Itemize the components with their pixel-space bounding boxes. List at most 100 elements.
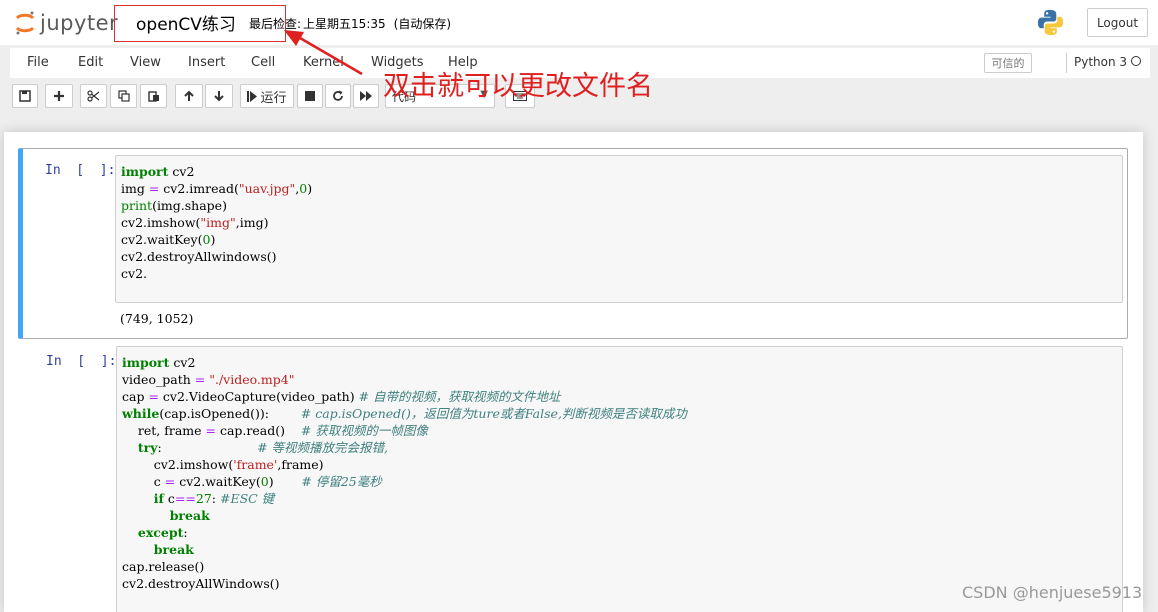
code-token: video_path xyxy=(122,372,195,387)
code-token: 27 xyxy=(195,491,212,506)
code-token: cv2.destroyAllWindows() xyxy=(122,576,280,591)
code-token: cv2.waitKey( xyxy=(121,232,203,247)
code-line: cv2.waitKey(0) xyxy=(121,231,312,248)
code-token: cv2.destroyAllwindows() xyxy=(121,249,277,264)
code-input-area[interactable]: import cv2 video_path = "./video.mp4" cap … xyxy=(116,346,1123,612)
annotation-text: 双击就可以更改文件名 xyxy=(383,71,653,102)
code-token: # 停留25毫秒 xyxy=(301,474,382,489)
menu-edit[interactable]: Edit xyxy=(78,55,103,70)
code-text[interactable]: import cv2 img = cv2.imread("uav.jpg",0) p… xyxy=(121,163,312,282)
code-token: 'frame' xyxy=(233,457,278,472)
save-button[interactable] xyxy=(12,84,38,108)
step-forward-icon xyxy=(247,90,258,102)
code-line: break xyxy=(122,507,687,524)
code-line: print(img.shape) xyxy=(121,197,312,214)
move-cell-up-button[interactable] xyxy=(175,84,203,108)
plus-icon xyxy=(54,91,64,101)
interrupt-kernel-button[interactable] xyxy=(297,84,323,108)
trusted-indicator[interactable]: 可信的 xyxy=(984,53,1032,73)
code-token: : xyxy=(211,491,220,506)
jupyter-logo-icon xyxy=(15,11,35,35)
code-line: import cv2 xyxy=(121,163,312,180)
arrow-up-icon xyxy=(184,90,194,101)
code-token: : xyxy=(157,440,258,455)
code-line: cv2. xyxy=(121,265,312,282)
code-token: import xyxy=(121,164,169,179)
restart-icon xyxy=(333,90,343,101)
notebook-header: jupyter openCV练习 最后检查: 上星期五15:35 (自动保存) Lo… xyxy=(0,0,1158,45)
code-line: c = cv2.waitKey(0) # 停留25毫秒 xyxy=(122,473,687,490)
code-token: cv2.waitKey( xyxy=(175,474,261,489)
code-line: cv2.imshow("img",img) xyxy=(121,214,312,231)
paste-icon xyxy=(147,91,159,102)
python-logo-icon xyxy=(1037,9,1064,36)
code-token: cap xyxy=(122,389,149,404)
code-token: ret, frame xyxy=(122,423,206,438)
code-token: import xyxy=(122,355,170,370)
menu-file[interactable]: File xyxy=(27,55,49,70)
kernel-divider xyxy=(1066,53,1067,73)
cell-prompt: In [ ]: xyxy=(45,163,116,178)
stop-icon xyxy=(305,91,315,101)
code-token: cv2.VideoCapture(video_path) xyxy=(158,389,359,404)
code-token: 0 xyxy=(260,474,269,489)
move-cell-down-button[interactable] xyxy=(205,84,233,108)
code-token: #ESC 键 xyxy=(219,491,275,506)
floppy-disk-icon xyxy=(19,90,31,102)
code-line: cap.release() xyxy=(122,558,687,575)
cell-output: (749, 1052) xyxy=(120,311,194,326)
jupyter-logo[interactable]: jupyter xyxy=(14,7,118,39)
menu-view[interactable]: View xyxy=(130,55,161,70)
code-token: cv2.imread( xyxy=(159,181,239,196)
run-button[interactable]: 运行 xyxy=(240,84,294,108)
code-line: img = cv2.imread("uav.jpg",0) xyxy=(121,180,312,197)
copy-button[interactable] xyxy=(110,84,137,108)
code-line: cv2.imshow('frame',frame) xyxy=(122,456,687,473)
code-token: c xyxy=(163,491,175,506)
code-token: c xyxy=(122,474,165,489)
paste-button[interactable] xyxy=(140,84,167,108)
code-input-area[interactable]: import cv2 img = cv2.imread("uav.jpg",0) p… xyxy=(115,155,1123,303)
restart-run-all-button[interactable] xyxy=(353,84,379,108)
code-token: ,img) xyxy=(235,215,269,230)
insert-cell-button[interactable] xyxy=(45,84,73,108)
kernel-idle-indicator-icon xyxy=(1131,56,1141,66)
notebook-name[interactable]: openCV练习 xyxy=(136,10,236,35)
code-token: ) xyxy=(268,474,302,489)
code-token: cv2. xyxy=(121,266,147,281)
code-cell[interactable]: In [ ]: import cv2 video_path = "./video.… xyxy=(18,343,1128,612)
annotation-arrow-icon xyxy=(284,30,363,76)
code-token: img xyxy=(121,181,149,196)
code-cell[interactable]: In [ ]: import cv2 img = cv2.imread("uav.… xyxy=(18,148,1128,339)
code-token: (cap.isOpened()): xyxy=(159,406,301,421)
jupyter-logo-text: jupyter xyxy=(40,11,119,35)
cut-button[interactable] xyxy=(80,84,107,108)
code-token: ) xyxy=(307,181,313,196)
code-token: "./video.mp4" xyxy=(209,372,295,387)
code-line: except: xyxy=(122,524,687,541)
code-line: break xyxy=(122,541,687,558)
copy-icon xyxy=(117,90,130,102)
code-line: cv2.destroyAllwindows() xyxy=(121,248,312,265)
code-token: = xyxy=(148,389,159,404)
code-token: = xyxy=(148,181,160,196)
code-text[interactable]: import cv2 video_path = "./video.mp4" cap … xyxy=(122,354,687,592)
code-token: == xyxy=(174,491,196,506)
code-token: = xyxy=(205,423,216,438)
code-token: while xyxy=(122,406,160,421)
code-token: except xyxy=(137,525,184,540)
restart-kernel-button[interactable] xyxy=(325,84,351,108)
kernel-name: Python 3 xyxy=(1074,55,1128,69)
code-line: if c==27: #ESC 键 xyxy=(122,490,687,507)
menu-insert[interactable]: Insert xyxy=(188,55,225,70)
code-token: = xyxy=(164,474,176,489)
code-token: ) xyxy=(210,232,216,247)
logout-button[interactable]: Logout xyxy=(1087,8,1148,37)
code-token: cv2 xyxy=(168,164,195,179)
code-line: import cv2 xyxy=(122,354,687,371)
autosave-status: (自动保存) xyxy=(393,17,452,31)
